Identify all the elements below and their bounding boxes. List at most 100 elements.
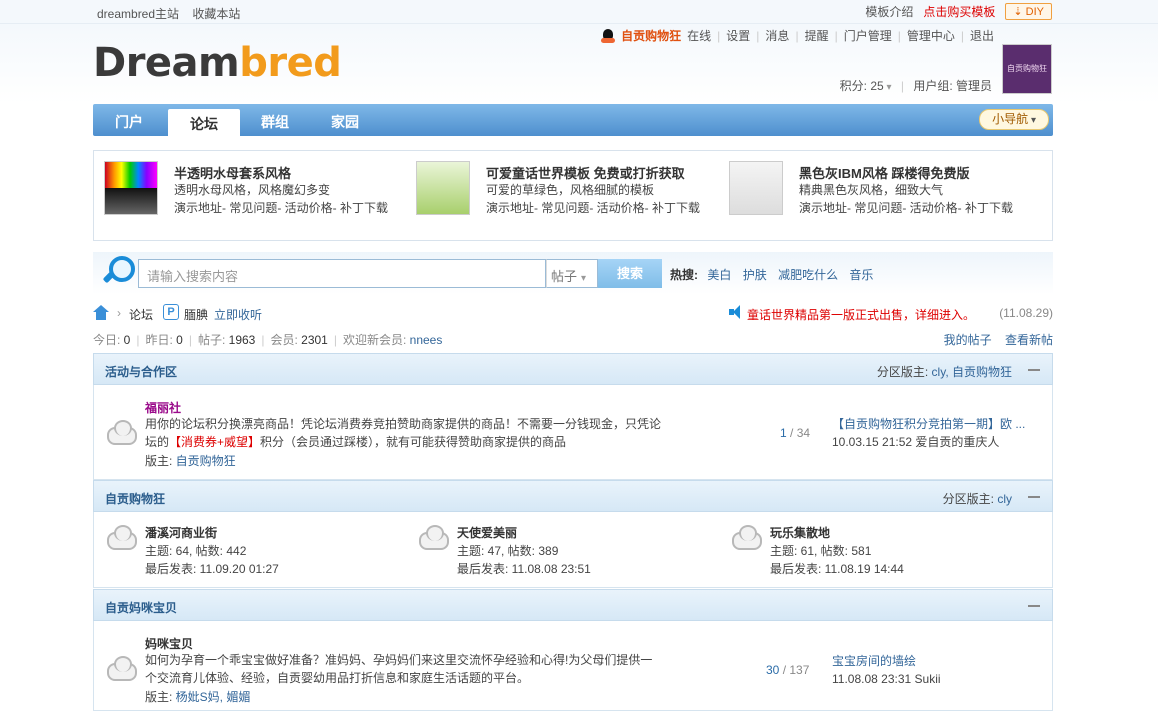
hot-search-item[interactable]: 美白 bbox=[707, 268, 731, 282]
forum-moderator: 版主: 杨妣S妈, 媚媚 bbox=[145, 688, 250, 705]
ad-links[interactable]: 演示地址- 常见问题- 活动价格- 补丁下载 bbox=[486, 199, 700, 216]
search-input[interactable]: 请输入搜索内容 bbox=[138, 259, 546, 288]
mini-nav-button[interactable]: 小导航 bbox=[979, 109, 1049, 130]
search-scope-value: 帖子 bbox=[551, 269, 578, 284]
forum-name[interactable]: 玩乐集散地 bbox=[770, 526, 830, 540]
ad-item: 黑色灰IBM风格 踩楼得免费版 精典黑色灰风格，细致大气 演示地址- 常见问题-… bbox=[719, 161, 1019, 221]
section-title[interactable]: 活动与合作区 bbox=[105, 363, 177, 380]
collapse-icon[interactable] bbox=[1028, 369, 1040, 371]
stat-yesterday-label: 昨日: bbox=[145, 333, 177, 347]
stat-newest-label: 欢迎新会员: bbox=[342, 333, 410, 347]
user-bar: 自贡购物狂 在线 | 设置 | 消息 | 提醒 | 门户管理 | 管理中心 | 退出 bbox=[601, 27, 994, 44]
forum-counts: 1 / 34 bbox=[780, 426, 810, 440]
rss-name[interactable]: 腼腆 bbox=[184, 308, 208, 322]
username-link[interactable]: 自贡购物狂 bbox=[621, 27, 681, 44]
tab-home[interactable]: 家园 bbox=[331, 112, 359, 132]
section-title[interactable]: 自贡妈咪宝贝 bbox=[105, 599, 177, 616]
last-post-title[interactable]: 【自贡购物狂积分竞拍第一期】欧 ... bbox=[832, 417, 1025, 431]
ad-links[interactable]: 演示地址- 常见问题- 活动价格- 补丁下载 bbox=[174, 199, 388, 216]
forum-last-post[interactable]: 最后发表: 11.09.20 01:27 bbox=[145, 562, 279, 576]
forum-counts: 主题: 47, 帖数: 389 bbox=[457, 544, 559, 558]
forum-name[interactable]: 潘溪河商业街 bbox=[145, 526, 217, 540]
section-mod-names[interactable]: cly bbox=[997, 492, 1012, 506]
forum-name[interactable]: 天使爱美丽 bbox=[457, 526, 517, 540]
forum-name[interactable]: 福丽社 bbox=[145, 399, 181, 416]
forum-mod-link[interactable]: 杨妣S妈, 媚媚 bbox=[176, 690, 251, 704]
ad-thumbnail[interactable] bbox=[104, 161, 158, 215]
forum-mod-link[interactable]: 自贡购物狂 bbox=[176, 454, 236, 468]
ad-thumbnail[interactable] bbox=[729, 161, 783, 215]
magnifier-icon bbox=[103, 256, 135, 286]
forum-grid-item: 天使爱美丽 主题: 47, 帖数: 389 最后发表: 11.08.08 23:… bbox=[457, 524, 591, 578]
speaker-icon bbox=[729, 305, 745, 319]
ad-thumbnail[interactable] bbox=[416, 161, 470, 215]
stat-posts-label: 帖子: bbox=[197, 333, 229, 347]
forum-last-post: 【自贡购物狂积分竞拍第一期】欧 ... 10.03.15 21:52 爱自贡的重… bbox=[832, 415, 1025, 451]
ad-title[interactable]: 黑色灰IBM风格 踩楼得免费版 bbox=[799, 163, 969, 182]
tab-portal[interactable]: 门户 bbox=[115, 112, 143, 132]
forum-counts: 主题: 64, 帖数: 442 bbox=[145, 544, 247, 558]
buy-template-link[interactable]: 点击购买模板 bbox=[923, 3, 995, 20]
messages-link[interactable]: 消息 bbox=[765, 27, 789, 44]
qq-penguin-icon bbox=[601, 28, 616, 43]
admin-center-link[interactable]: 管理中心 bbox=[907, 27, 955, 44]
forum-name[interactable]: 妈咪宝贝 bbox=[145, 635, 193, 652]
template-intro-link[interactable]: 模板介绍 bbox=[865, 3, 913, 20]
hot-search-item[interactable]: 护肤 bbox=[743, 268, 767, 282]
hot-search-item[interactable]: 音乐 bbox=[849, 268, 873, 282]
section-body: 福丽社 用你的论坛积分换漂亮商品！凭论坛消费券竞拍赞助商家提供的商品！不需要一分… bbox=[93, 385, 1053, 480]
forum-desc-line1: 如何为孕育一个乖宝宝做好准备？准妈妈、孕妈妈们来这里交流怀孕经验和心得!为父母们… bbox=[145, 653, 653, 667]
diy-button[interactable]: ⇣ DIY bbox=[1005, 3, 1052, 20]
download-arrow-icon: ⇣ bbox=[1013, 6, 1023, 18]
my-posts-link[interactable]: 我的帖子 bbox=[944, 333, 992, 347]
reminders-link[interactable]: 提醒 bbox=[805, 27, 829, 44]
forum-mod-label: 版主: bbox=[145, 690, 176, 704]
follow-link[interactable]: 立即收听 bbox=[214, 308, 262, 322]
breadcrumb-forum[interactable]: 论坛 bbox=[129, 306, 153, 323]
online-status[interactable]: 在线 bbox=[687, 27, 711, 44]
collapse-icon[interactable] bbox=[1028, 496, 1040, 498]
forum-thread-count: 30 bbox=[766, 663, 780, 677]
forum-description: 如何为孕育一个乖宝宝做好准备？准妈妈、孕妈妈们来这里交流怀孕经验和心得!为父母们… bbox=[145, 651, 675, 687]
ad-item: 半透明水母套系风格 透明水母风格，风格魔幻多变 演示地址- 常见问题- 活动价格… bbox=[94, 161, 394, 221]
forum-desc-line2b: 积分（会员通过踩楼），就有可能获得赞助商家提供的商品 bbox=[260, 435, 567, 449]
ad-desc: 精典黑色灰风格，细致大气 bbox=[799, 183, 944, 197]
forum-desc-line1: 用你的论坛积分换漂亮商品！凭论坛消费券竞拍赞助商家提供的商品！不需要一分钱现金，… bbox=[145, 417, 662, 431]
forum-last-post[interactable]: 最后发表: 11.08.08 23:51 bbox=[457, 562, 591, 576]
tab-forum[interactable]: 论坛 bbox=[168, 109, 240, 136]
section-title[interactable]: 自贡购物狂 bbox=[105, 490, 165, 507]
bookmark-link[interactable]: 收藏本站 bbox=[192, 7, 240, 21]
portal-admin-link[interactable]: 门户管理 bbox=[844, 27, 892, 44]
section-mod-names[interactable]: cly, 自贡购物狂 bbox=[932, 365, 1012, 379]
logout-link[interactable]: 退出 bbox=[970, 27, 994, 44]
last-post-meta: 11.08.08 23:31 Sukii bbox=[832, 672, 941, 686]
ad-box: 半透明水母套系风格 透明水母风格，风格魔幻多变 演示地址- 常见问题- 活动价格… bbox=[93, 150, 1053, 241]
forum-desc-line2: 个交流育儿体验、经验，自贡婴幼用品打折信息和家庭生活话题的平台。 bbox=[145, 671, 530, 685]
hot-search-item[interactable]: 减肥吃什么 bbox=[778, 268, 838, 282]
forum-counts: 30 / 137 bbox=[766, 663, 809, 677]
points-dropdown[interactable]: 积分: 25 bbox=[840, 79, 884, 93]
forum-status-icon bbox=[105, 524, 137, 550]
announcement-date: (11.08.29) bbox=[999, 306, 1053, 320]
announcement-link[interactable]: 童话世界精品第一版正式出售，详细进入。 bbox=[747, 306, 975, 323]
forum-mod-label: 版主: bbox=[145, 454, 176, 468]
forum-desc-line2a: 坛的 bbox=[145, 435, 170, 449]
ad-links[interactable]: 演示地址- 常见问题- 活动价格- 补丁下载 bbox=[799, 199, 1013, 216]
site-home-link[interactable]: dreambred主站 bbox=[97, 7, 179, 21]
last-post-title[interactable]: 宝宝房间的墙绘 bbox=[832, 654, 916, 668]
forum-last-post[interactable]: 最后发表: 11.08.19 14:44 bbox=[770, 562, 904, 576]
search-scope-select[interactable]: 帖子 bbox=[546, 259, 598, 288]
newest-member-link[interactable]: nnees bbox=[410, 333, 443, 347]
user-group[interactable]: 用户组: 管理员 bbox=[913, 79, 992, 93]
new-posts-link[interactable]: 查看新帖 bbox=[1005, 333, 1053, 347]
avatar[interactable]: 自贡购物狂 bbox=[1002, 44, 1052, 94]
search-button[interactable]: 搜索 bbox=[598, 259, 662, 288]
collapse-icon[interactable] bbox=[1028, 605, 1040, 607]
tab-groups[interactable]: 群组 bbox=[261, 112, 289, 132]
settings-link[interactable]: 设置 bbox=[726, 27, 750, 44]
ad-title[interactable]: 可爱童话世界模板 免费或打折获取 bbox=[486, 163, 685, 182]
home-icon[interactable] bbox=[93, 305, 109, 320]
site-logo[interactable]: Dreambred bbox=[93, 40, 342, 86]
stat-members-label: 会员: bbox=[270, 333, 302, 347]
ad-title[interactable]: 半透明水母套系风格 bbox=[174, 163, 291, 182]
